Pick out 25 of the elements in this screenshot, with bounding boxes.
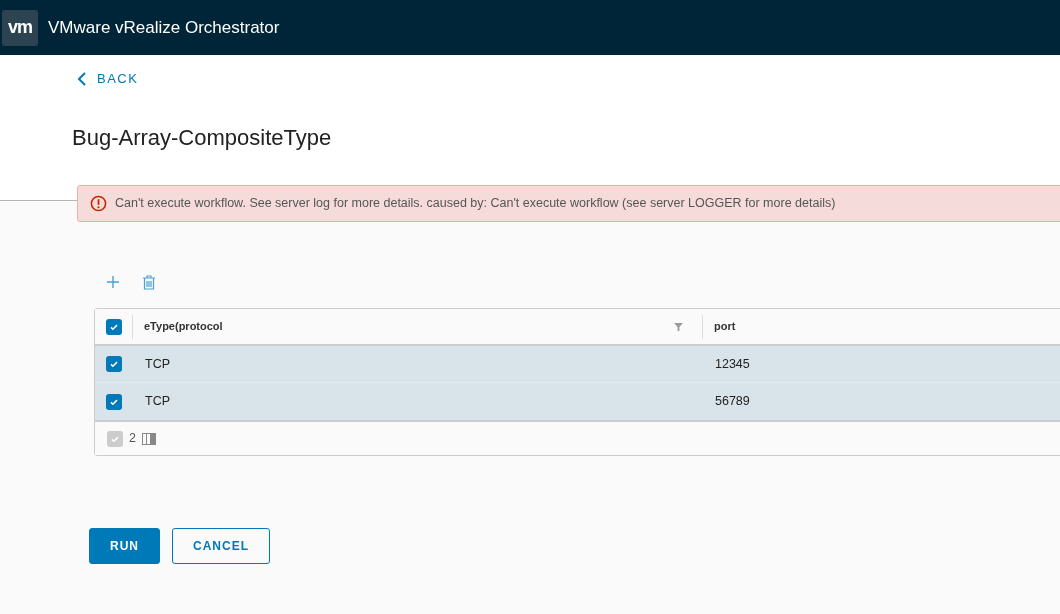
app-title: VMware vRealize Orchestrator <box>48 16 280 39</box>
table-cell: 12345 <box>715 356 750 371</box>
logo[interactable]: vm <box>2 9 38 46</box>
cancel-button[interactable]: CANCEL <box>172 528 270 564</box>
filter-icon[interactable] <box>674 322 683 331</box>
error-message: Can't execute workflow. See server log for more details. caused by: Can't execute workflow (see server LOGGER for more details) <box>115 195 836 213</box>
table-cell: TCP <box>145 394 170 409</box>
checkbox[interactable] <box>106 356 122 372</box>
table-row[interactable]: TCP 56789 <box>95 383 1060 420</box>
page-title: Bug-Array-CompositeType <box>72 124 332 152</box>
column-header: eType(protocol <box>144 319 224 335</box>
selected-count: 2 <box>129 430 136 448</box>
column-header: port <box>714 319 737 335</box>
table-cell: TCP <box>145 356 170 371</box>
run-button[interactable]: RUN <box>89 528 160 564</box>
table-cell: 56789 <box>715 394 750 409</box>
checkbox[interactable] <box>106 393 122 410</box>
columns-icon[interactable] <box>141 432 156 445</box>
add-icon[interactable] <box>106 275 120 289</box>
table-row[interactable]: TCP 12345 <box>95 346 1060 383</box>
checkbox[interactable] <box>105 318 122 335</box>
delete-icon[interactable] <box>142 274 156 290</box>
chevron-left-icon <box>77 71 87 86</box>
back-link[interactable]: BACK <box>77 69 139 89</box>
error-icon <box>90 195 107 212</box>
